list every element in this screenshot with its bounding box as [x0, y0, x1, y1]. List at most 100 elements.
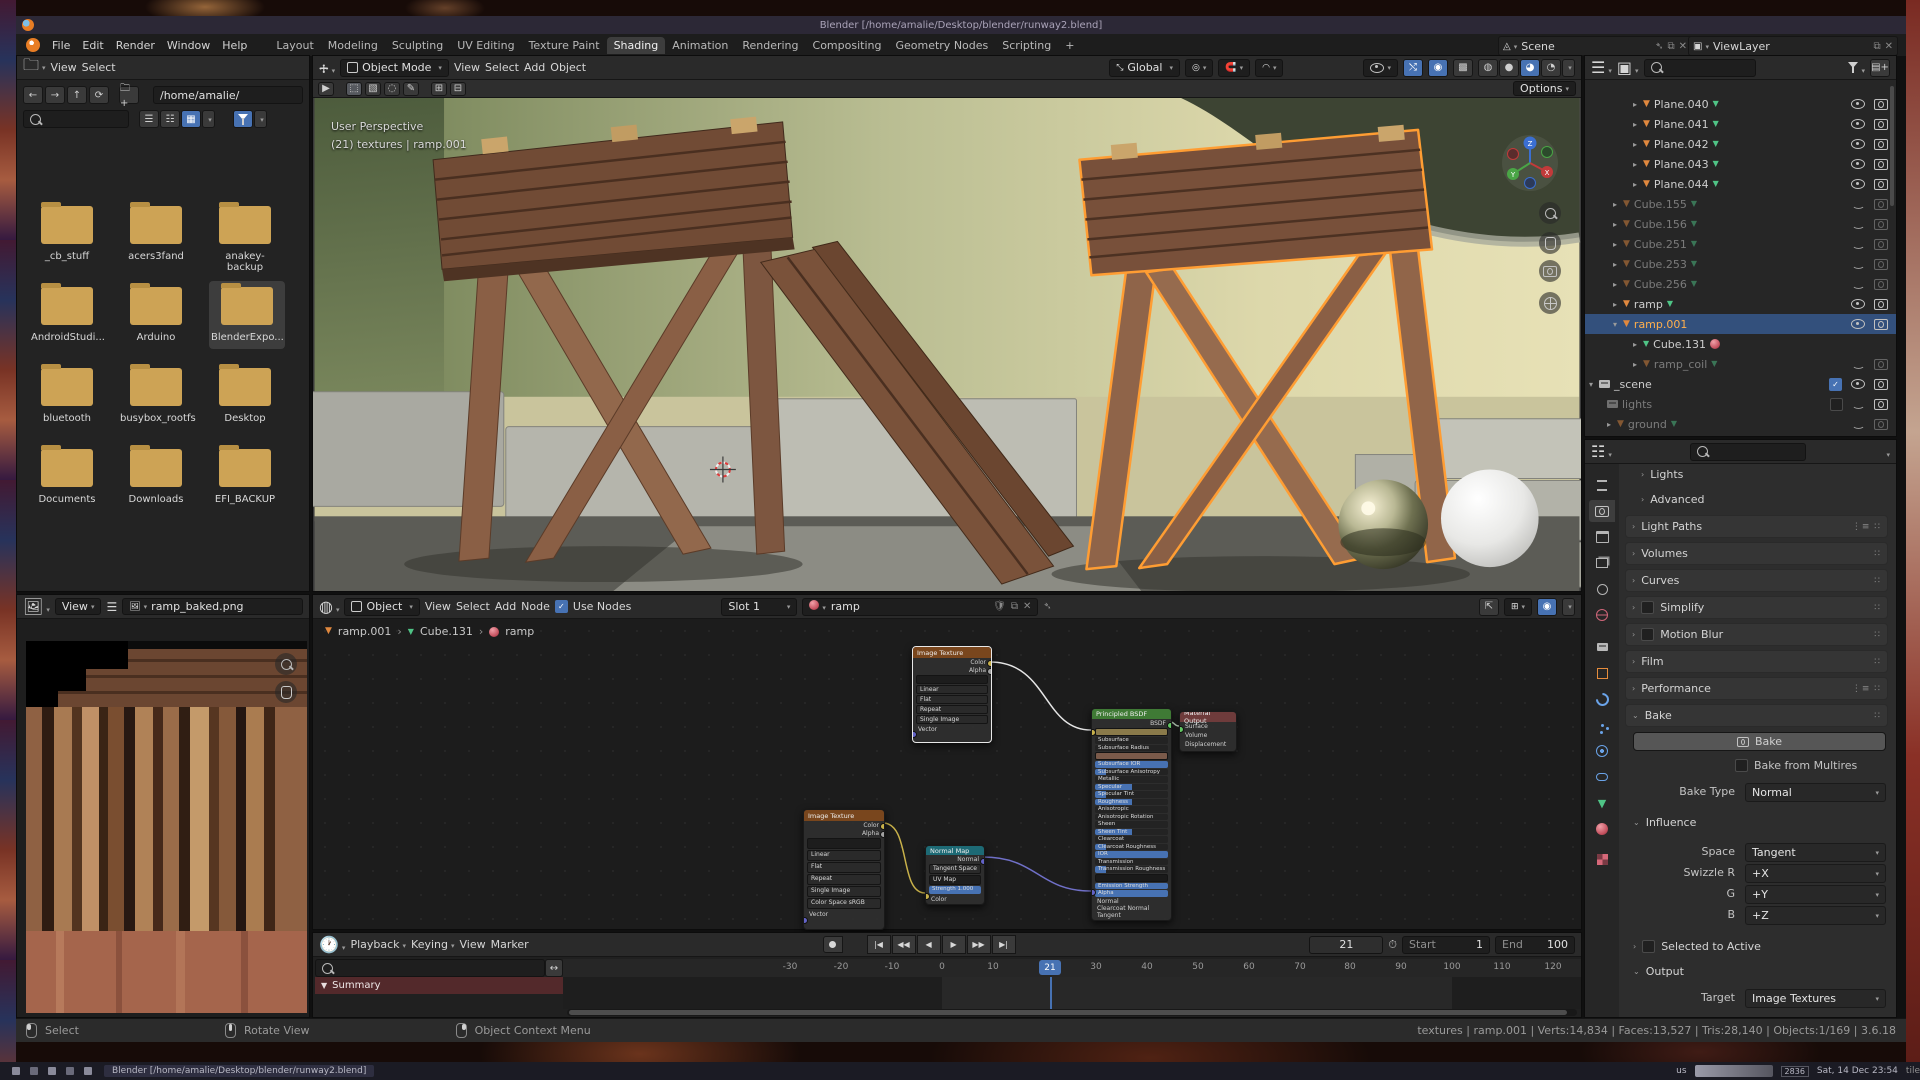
- panel-volumes[interactable]: ›Volumes∷: [1625, 542, 1888, 565]
- outliner-item[interactable]: Cube.156: [1634, 218, 1687, 231]
- outliner-scrollbar[interactable]: [1890, 86, 1894, 206]
- zoom-icon[interactable]: [275, 653, 297, 675]
- panel-selected-to-active[interactable]: ›Selected to Active: [1633, 936, 1888, 957]
- outliner-item-active[interactable]: ramp.001: [1634, 318, 1687, 331]
- render-icon[interactable]: [1874, 259, 1888, 270]
- bake-type-dropdown[interactable]: Normal: [1745, 783, 1886, 802]
- tab-physics-icon[interactable]: [1589, 740, 1615, 762]
- outliner-item[interactable]: Plane.044: [1654, 178, 1709, 191]
- folder-item[interactable]: acers3fand: [120, 206, 192, 262]
- overlays-toggle[interactable]: ◉: [1537, 598, 1557, 616]
- image-name-field[interactable]: [916, 675, 988, 684]
- zoom-icon[interactable]: [1539, 202, 1561, 224]
- image-datablock-field[interactable]: 🖼 ramp_baked.png: [122, 598, 303, 615]
- render-icon[interactable]: [1874, 159, 1888, 170]
- transform-orientation-dropdown[interactable]: ⤡Global: [1109, 59, 1180, 77]
- pin-icon[interactable]: ➴: [1043, 601, 1051, 612]
- folder-item[interactable]: anakey-backup: [209, 206, 281, 273]
- copy-icon[interactable]: ⧉: [1873, 41, 1880, 52]
- space-dropdown[interactable]: Tangent: [1745, 843, 1886, 862]
- folder-item-selected[interactable]: BlenderExpo...: [209, 281, 285, 349]
- editor-type-icon[interactable]: ☷: [1591, 442, 1612, 461]
- folder-item[interactable]: Downloads: [120, 449, 192, 505]
- tab-shading[interactable]: Shading: [607, 37, 666, 54]
- navigation-gizmo[interactable]: Z X Y: [1501, 134, 1559, 192]
- timeline-scrollbar[interactable]: [567, 1009, 1577, 1016]
- menu-file[interactable]: File: [46, 37, 76, 54]
- node-image-texture-1[interactable]: Image Texture Color Alpha Linear Flat Re…: [912, 646, 992, 743]
- tab-collection-icon[interactable]: [1589, 636, 1615, 658]
- snap-dropdown[interactable]: 🧲: [1218, 59, 1250, 77]
- solid-shading-button[interactable]: ●: [1499, 59, 1519, 77]
- panel-influence[interactable]: ⌄Influence: [1633, 812, 1888, 833]
- summary-channel[interactable]: ▼ Summary: [315, 977, 563, 994]
- shader-type-dropdown[interactable]: Object: [344, 598, 419, 616]
- tab-render-icon[interactable]: [1589, 500, 1615, 522]
- view-menu[interactable]: View: [460, 938, 486, 951]
- outliner-item[interactable]: lights: [1622, 398, 1652, 411]
- editor-type-icon[interactable]: 🖼: [23, 597, 50, 616]
- jump-to-end-button[interactable]: ▶|: [992, 935, 1016, 954]
- render-icon[interactable]: [1874, 179, 1888, 190]
- close-icon[interactable]: ✕: [1885, 41, 1893, 52]
- display-mode-icon[interactable]: ▣: [1617, 58, 1639, 77]
- tab-geometry-nodes[interactable]: Geometry Nodes: [888, 37, 995, 54]
- select-mode-box[interactable]: ▧: [365, 82, 381, 96]
- object-visibility-dropdown[interactable]: [1363, 59, 1398, 77]
- back-button[interactable]: ←: [23, 86, 43, 104]
- outliner-search-input[interactable]: [1644, 59, 1756, 77]
- use-nodes-checkbox[interactable]: [555, 600, 568, 613]
- editor-type-icon[interactable]: 🗀: [23, 54, 46, 81]
- tab-output-icon[interactable]: [1589, 526, 1615, 548]
- outliner-item[interactable]: ramp: [1634, 298, 1663, 311]
- outliner-item[interactable]: Cube.155: [1634, 198, 1687, 211]
- tab-animation[interactable]: Animation: [665, 37, 735, 54]
- panel-curves[interactable]: ›Curves∷: [1625, 569, 1888, 592]
- proportional-edit-dropdown[interactable]: ◠: [1255, 59, 1283, 77]
- up-button[interactable]: ↑: [67, 86, 87, 104]
- viewlayer-name[interactable]: ViewLayer: [1713, 40, 1770, 53]
- display-list-vertical-button[interactable]: ☰: [139, 110, 159, 128]
- render-icon[interactable]: [1874, 239, 1888, 250]
- hide-icon[interactable]: [1852, 220, 1865, 229]
- image-name-field[interactable]: [807, 838, 881, 849]
- collection-checkbox[interactable]: [1830, 398, 1843, 411]
- overlays-dropdown[interactable]: [1562, 598, 1575, 616]
- marker-menu[interactable]: Marker: [491, 938, 529, 951]
- hide-icon[interactable]: [1852, 200, 1865, 209]
- rendered-shading-button[interactable]: ◔: [1541, 59, 1561, 77]
- panel-simplify[interactable]: ›Simplify∷: [1625, 596, 1888, 619]
- node-material-output[interactable]: Material Output Surface Volume Displacem…: [1179, 711, 1237, 752]
- editor-type-icon[interactable]: 🕐: [319, 935, 345, 954]
- folder-item[interactable]: bluetooth: [31, 368, 103, 424]
- filter-icon[interactable]: [1848, 58, 1865, 77]
- swizzle-g-dropdown[interactable]: +Y: [1745, 885, 1886, 904]
- copy-icon[interactable]: ⧉: [1667, 41, 1674, 52]
- filter-button[interactable]: [233, 110, 253, 128]
- hide-icon[interactable]: [1851, 99, 1865, 109]
- menu-edit[interactable]: Edit: [76, 37, 109, 54]
- material-datablock-field[interactable]: ramp 🛡 ⧉ ✕: [802, 598, 1038, 616]
- gizmos-toggle[interactable]: ⤭: [1403, 59, 1423, 77]
- editor-type-icon[interactable]: ◍: [319, 597, 339, 616]
- tab-viewlayer-icon[interactable]: [1589, 552, 1615, 574]
- folder-item[interactable]: AndroidStudi...: [31, 287, 103, 343]
- tab-texture-paint[interactable]: Texture Paint: [522, 37, 607, 54]
- motion-blur-checkbox[interactable]: [1641, 628, 1654, 641]
- outliner-item[interactable]: Cube.251: [1634, 238, 1687, 251]
- display-size-dropdown[interactable]: [202, 110, 215, 128]
- select-mode-lasso[interactable]: ✎: [403, 82, 419, 96]
- hide-icon[interactable]: [1852, 240, 1865, 249]
- properties-options-dropdown[interactable]: [1883, 442, 1890, 461]
- tab-scene-icon[interactable]: [1589, 578, 1615, 600]
- tab-object-data-icon[interactable]: ▼: [1589, 792, 1615, 814]
- pan-hand-icon[interactable]: [1539, 232, 1561, 254]
- node-canvas[interactable]: ▼ramp.001 › ▼Cube.131 › ramp Image Textu…: [313, 619, 1581, 929]
- snap-dropdown[interactable]: ⊞: [1504, 598, 1532, 616]
- file-search-input[interactable]: [23, 110, 129, 128]
- camera-view-icon[interactable]: [1539, 260, 1561, 282]
- auto-keying-button[interactable]: [823, 936, 843, 953]
- menu-window[interactable]: Window: [161, 37, 216, 54]
- hide-icon[interactable]: [1851, 319, 1865, 329]
- add-menu[interactable]: Add: [495, 600, 516, 613]
